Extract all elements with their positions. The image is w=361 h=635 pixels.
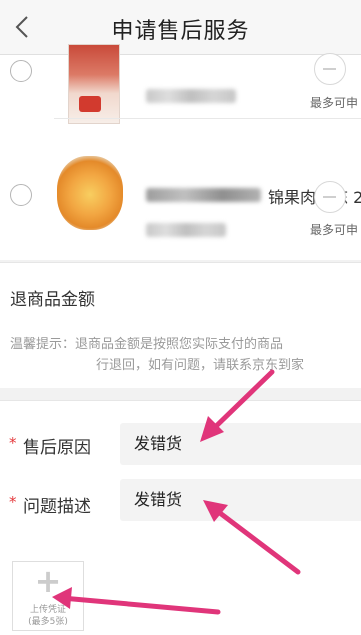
annotation-arrow (205, 369, 275, 437)
annotation-arrows (52, 369, 301, 615)
annotation-arrow (59, 595, 221, 615)
arrow-head-icon (52, 587, 72, 609)
annotation-arrow (209, 504, 301, 575)
